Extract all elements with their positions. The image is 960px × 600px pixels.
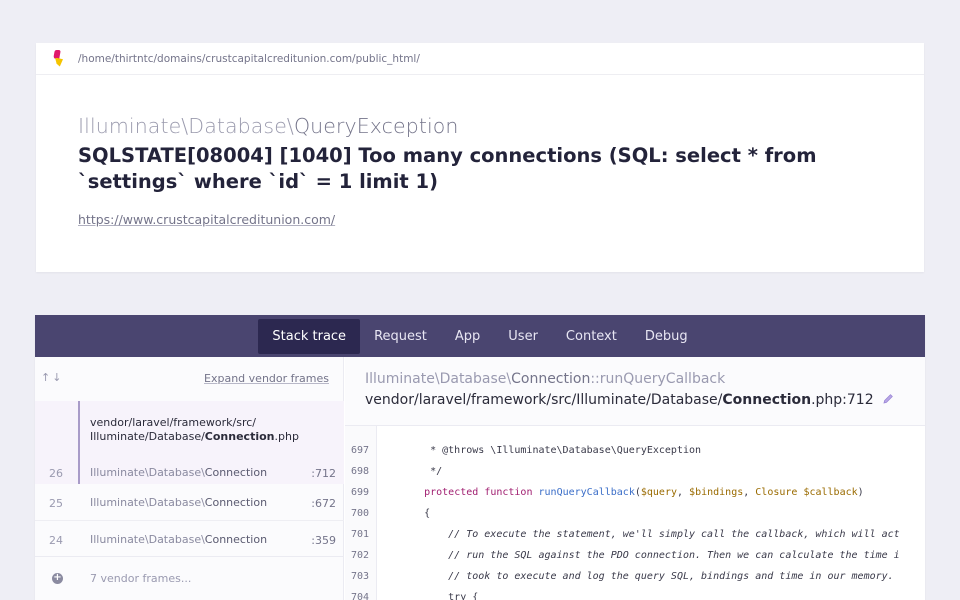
code-file-name: Connection [722, 392, 812, 408]
code-line: 698 */ [345, 461, 925, 482]
code-text: protected function runQueryCallback($que… [400, 482, 864, 503]
exception-class: Illuminate\Database\QueryException [78, 114, 459, 138]
exception-namespace: Illuminate\Database\ [78, 114, 294, 138]
frame-line: :712 [311, 467, 336, 480]
tab-request[interactable]: Request [360, 319, 441, 354]
code-keyword: function [484, 487, 533, 498]
vendor-frames-toggle[interactable]: + 7 vendor frames... [35, 556, 344, 600]
trace-card: Stack trace Request App User Context Deb… [35, 315, 925, 600]
line-number: 701 [351, 529, 370, 540]
tab-context[interactable]: Context [552, 319, 631, 354]
code-variable: Closure $callback [755, 487, 858, 498]
code-line: 697 * @throws \Illuminate\Database\Query… [345, 440, 925, 461]
code-variable: $bindings [689, 487, 744, 498]
frame-line: :672 [311, 497, 336, 510]
tab-debug[interactable]: Debug [631, 319, 702, 354]
code-function: runQueryCallback [538, 487, 635, 498]
frame-namespace: Illuminate\Database\ [90, 496, 205, 509]
tab-app[interactable]: App [441, 319, 494, 354]
code-file-dir: vendor/laravel/framework/src/Illuminate/… [365, 392, 723, 408]
code-class: Illuminate\Database\Connection::runQuery… [365, 371, 725, 387]
code-namespace: Illuminate\Database\ [365, 371, 512, 387]
frame-namespace: Illuminate\Database\ [90, 466, 205, 479]
frame-class-name: Connection [204, 496, 268, 509]
frame-row[interactable]: 24 Illuminate\Database\Connection :359 [35, 521, 344, 558]
code-line: 699 protected function runQueryCallback(… [345, 482, 925, 503]
code-line: 701 // To execute the statement, we'll s… [345, 524, 925, 545]
code-text: * @throws \Illuminate\Database\QueryExce… [400, 445, 702, 456]
line-number: 702 [351, 550, 370, 561]
code-punct: , [743, 487, 756, 498]
plus-circle-icon: + [52, 572, 63, 584]
frame-class: Illuminate\Database\Connection [90, 466, 267, 479]
frame-nav-arrows-icon[interactable]: ↑↓ [41, 371, 63, 384]
tab-user[interactable]: User [494, 319, 552, 354]
line-number: 700 [351, 508, 370, 519]
code-line: 703 // took to execute and log the query… [345, 566, 925, 587]
code-class-name: Connection [511, 371, 591, 387]
ignition-logo-icon [52, 49, 64, 68]
tab-stack-trace[interactable]: Stack trace [258, 318, 361, 354]
path-bar: /home/thirtntc/domains/crustcapitalcredi… [36, 43, 924, 75]
code-snippet: 697 * @throws \Illuminate\Database\Query… [345, 426, 925, 600]
code-method: ::runQueryCallback [590, 371, 726, 387]
code-keyword: protected [424, 487, 479, 498]
code-text: try { [400, 592, 479, 600]
error-card: /home/thirtntc/domains/crustcapitalcredi… [36, 43, 924, 272]
request-url-link[interactable]: https://www.crustcapitalcreditunion.com/ [78, 212, 335, 227]
frame-number: 26 [49, 467, 63, 480]
code-line: 700 { [345, 503, 925, 524]
frame-class: Illuminate\Database\Connection [90, 496, 267, 509]
frame-class: Illuminate\Database\Connection [90, 533, 267, 546]
frame-namespace: Illuminate\Database\ [90, 533, 205, 546]
exception-message: SQLSTATE[08004] [1040] Too many connecti… [78, 144, 817, 193]
code-header: Illuminate\Database\Connection::runQuery… [345, 357, 925, 426]
code-variable: $query [640, 487, 677, 498]
line-number: 703 [351, 571, 370, 582]
code-punct: , [677, 487, 690, 498]
frame-line: :359 [311, 534, 336, 547]
app-path: /home/thirtntc/domains/crustcapitalcredi… [78, 52, 420, 65]
frame-class-name: Connection [204, 466, 268, 479]
selected-file-name: Connection [204, 429, 275, 443]
frame-row[interactable]: 25 Illuminate\Database\Connection :672 [35, 484, 344, 521]
code-text: { [400, 508, 431, 519]
code-comment: // run the SQL against the PDO connectio… [400, 550, 900, 561]
tab-bar: Stack trace Request App User Context Deb… [35, 315, 925, 357]
frames-panel: ↑↓ Expand vendor frames vendor/laravel/f… [35, 357, 344, 600]
selected-file-path: Illuminate/Database/ [90, 429, 205, 443]
frame-number: 24 [49, 534, 63, 547]
frame-class-name: Connection [204, 533, 268, 546]
code-punct: ) [857, 487, 864, 498]
code-panel: Illuminate\Database\Connection::runQuery… [345, 357, 925, 600]
line-number: 697 [351, 445, 370, 456]
code-file-ext: .php:712 [811, 392, 874, 408]
selected-file-dir: vendor/laravel/framework/src/ [90, 416, 256, 429]
selected-file-ext: .php [274, 429, 299, 443]
code-line: 704 try { [345, 587, 925, 600]
exception-class-name: QueryException [293, 114, 459, 138]
selected-frame-file: vendor/laravel/framework/src/ Illuminate… [90, 416, 299, 443]
code-comment: // To execute the statement, we'll simpl… [400, 529, 900, 540]
line-number: 704 [351, 592, 370, 600]
expand-vendor-frames-link[interactable]: Expand vendor frames [204, 372, 329, 385]
code-file: vendor/laravel/framework/src/Illuminate/… [365, 392, 894, 408]
pencil-edit-icon[interactable] [882, 393, 894, 405]
frame-number: 25 [49, 497, 63, 510]
code-line: 702 // run the SQL against the PDO conne… [345, 545, 925, 566]
code-comment: // took to execute and log the query SQL… [400, 571, 894, 582]
code-text: */ [400, 466, 443, 477]
line-number: 698 [351, 466, 370, 477]
vendor-frames-label: 7 vendor frames... [90, 572, 192, 585]
line-number: 699 [351, 487, 370, 498]
